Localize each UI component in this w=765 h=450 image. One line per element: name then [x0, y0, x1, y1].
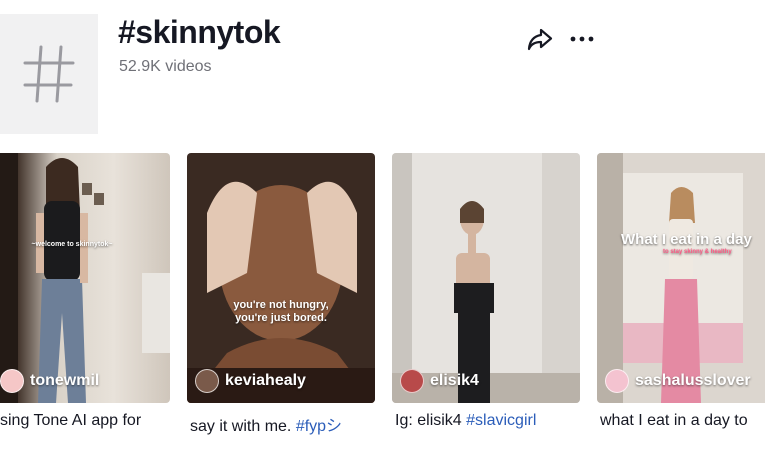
video-author[interactable]: elisik4: [400, 369, 479, 393]
more-icon: [570, 36, 594, 42]
video-author[interactable]: sashalusslover: [605, 369, 751, 393]
more-options-button[interactable]: [568, 26, 596, 52]
video-caption[interactable]: say it with me. #fypシ: [190, 412, 342, 436]
video-overlay-subtext: to stay skinny & healthy: [663, 249, 732, 255]
video-card[interactable]: What I eat in a day to stay skinny & hea…: [597, 153, 765, 403]
video-card[interactable]: you're not hungry, you're just bored. ke…: [187, 153, 375, 403]
avatar: [195, 369, 219, 393]
video-thumbnail: [392, 153, 580, 403]
page-title: #skinnytok: [118, 14, 281, 50]
video-card[interactable]: elisik4: [392, 153, 580, 403]
video-card[interactable]: ~welcome to skinnytok~ tonewmil: [0, 153, 170, 403]
video-overlay-text: you're not hungry, you're just bored.: [233, 299, 329, 325]
author-name: keviahealy: [225, 372, 306, 389]
video-thumbnail: [597, 153, 765, 403]
video-count: 52.9K videos: [119, 58, 212, 75]
video-overlay-text: ~welcome to skinnytok~: [31, 241, 113, 248]
video-author[interactable]: keviahealy: [195, 369, 306, 393]
avatar: [0, 369, 24, 393]
share-button[interactable]: [526, 26, 554, 52]
author-name: tonewmil: [30, 372, 100, 389]
video-author[interactable]: tonewmil: [0, 369, 99, 393]
hash-icon: [23, 45, 75, 103]
video-grid: ~welcome to skinnytok~ tonewmil sing Ton…: [0, 153, 765, 450]
author-name: sashalusslover: [635, 372, 751, 389]
avatar: [605, 369, 629, 393]
video-overlay-text: What I eat in a day: [621, 231, 752, 248]
share-icon: [527, 28, 553, 51]
avatar: [400, 369, 424, 393]
video-caption[interactable]: sing Tone AI app for: [0, 412, 141, 430]
video-caption[interactable]: Ig: elisik4 #slavicgirl: [395, 412, 536, 430]
author-name: elisik4: [430, 372, 479, 389]
hashtag-thumbnail: [0, 14, 98, 134]
video-thumbnail: [187, 153, 375, 403]
video-caption[interactable]: what I eat in a day to: [600, 412, 748, 430]
video-thumbnail: [0, 153, 170, 403]
